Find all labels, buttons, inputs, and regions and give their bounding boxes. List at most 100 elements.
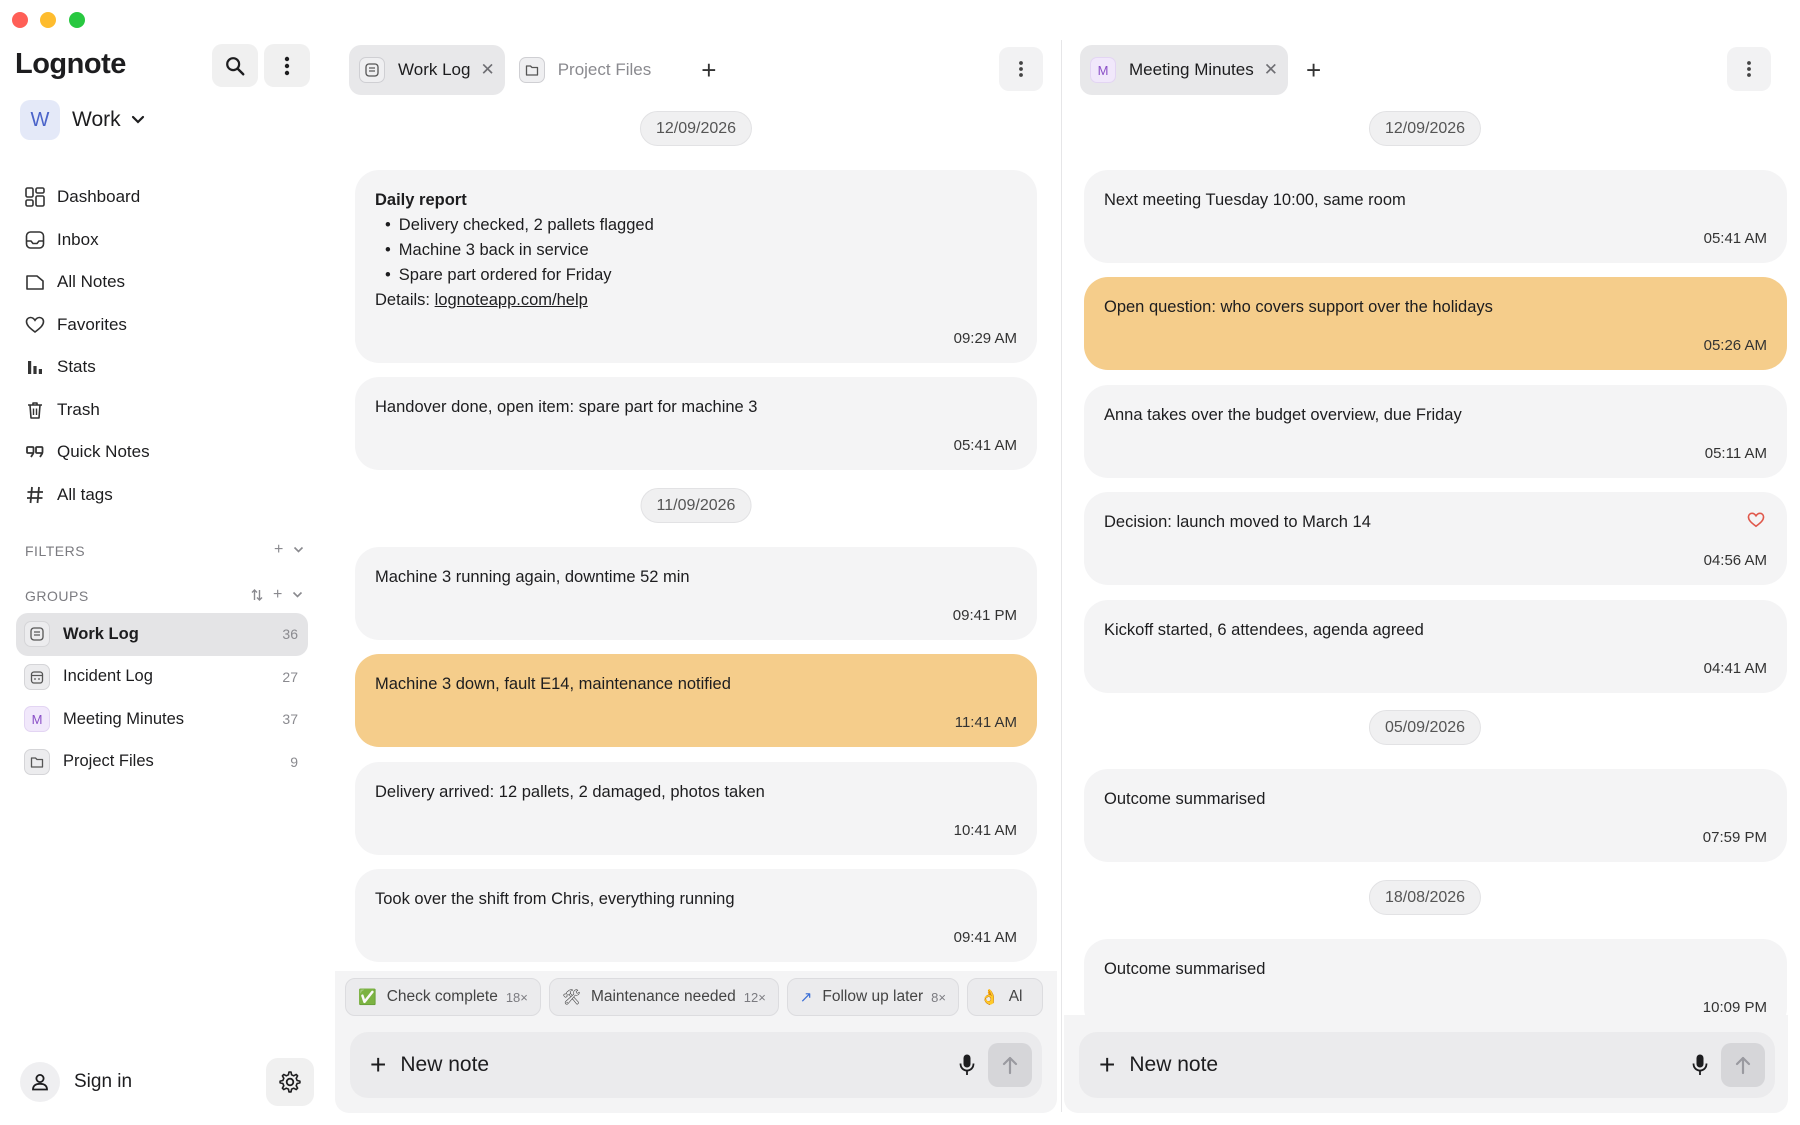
send-button[interactable] bbox=[1721, 1043, 1765, 1087]
nav-dashboard[interactable]: Dashboard bbox=[24, 176, 150, 219]
group-name: Meeting Minutes bbox=[63, 709, 185, 728]
nav-stats[interactable]: Stats bbox=[24, 346, 150, 389]
plus-icon[interactable]: + bbox=[1099, 1049, 1115, 1081]
add-filter-button[interactable]: + bbox=[274, 541, 283, 559]
note-bullets: Delivery checked, 2 pallets flagged Mach… bbox=[375, 213, 1017, 288]
group-item-project-files[interactable]: Project Files 9 bbox=[16, 741, 308, 784]
date-separator: 18/08/2026 bbox=[1368, 880, 1482, 915]
note-text: Decision: launch moved to March 14 bbox=[1104, 513, 1371, 531]
note-card[interactable]: Daily report Delivery checked, 2 pallets… bbox=[355, 170, 1037, 363]
gear-icon bbox=[279, 1071, 301, 1093]
group-avatar: M bbox=[24, 706, 50, 733]
new-note-composer[interactable]: + New note bbox=[350, 1032, 1042, 1098]
plus-icon[interactable]: + bbox=[370, 1049, 386, 1081]
note-card-highlighted[interactable]: Machine 3 down, fault E14, maintenance n… bbox=[355, 654, 1037, 747]
nav-trash[interactable]: Trash bbox=[24, 389, 150, 432]
sort-icon[interactable] bbox=[251, 588, 263, 602]
new-tab-button[interactable]: + bbox=[1306, 55, 1321, 86]
quote-icon bbox=[24, 441, 46, 463]
note-card[interactable]: Handover done, open item: spare part for… bbox=[355, 377, 1037, 470]
more-vertical-icon bbox=[284, 56, 290, 75]
details-prefix: Details: bbox=[375, 291, 435, 309]
note-time: 09:41 AM bbox=[953, 929, 1017, 946]
settings-button[interactable] bbox=[266, 1058, 314, 1106]
composer-placeholder[interactable]: New note bbox=[1129, 1053, 1691, 1077]
nav-inbox[interactable]: Inbox bbox=[24, 219, 150, 262]
hash-icon bbox=[24, 484, 46, 506]
sidebar-more-button[interactable] bbox=[264, 44, 310, 87]
tab-project-files[interactable]: Project Files bbox=[509, 45, 662, 95]
note-text: Took over the shift from Chris, everythi… bbox=[375, 890, 735, 908]
pane-more-button[interactable] bbox=[1727, 47, 1771, 91]
search-button[interactable] bbox=[212, 44, 258, 87]
nav-favorites[interactable]: Favorites bbox=[24, 304, 150, 347]
tab-meeting-minutes[interactable]: M Meeting Minutes ✕ bbox=[1080, 45, 1288, 95]
tab-label: Meeting Minutes bbox=[1129, 60, 1254, 79]
group-item-incident-log[interactable]: Incident Log 27 bbox=[16, 656, 308, 699]
note-card[interactable]: Machine 3 running again, downtime 52 min… bbox=[355, 547, 1037, 640]
close-tab-icon[interactable]: ✕ bbox=[1264, 60, 1278, 80]
chip-count: 18× bbox=[505, 989, 528, 1005]
chevron-down-icon bbox=[131, 115, 144, 124]
trash-icon bbox=[24, 399, 46, 421]
workspace-switcher[interactable]: W Work bbox=[20, 100, 145, 140]
close-tab-icon[interactable]: ✕ bbox=[480, 60, 494, 80]
chip-count: 8× bbox=[931, 989, 946, 1005]
quick-tag-chip[interactable]: ↗ Follow up later 8× bbox=[786, 978, 959, 1016]
quick-tag-chip[interactable]: 👌 Al bbox=[967, 978, 1044, 1016]
microphone-icon[interactable] bbox=[1691, 1053, 1709, 1077]
workspace-name: Work bbox=[72, 108, 121, 131]
note-card[interactable]: Decision: launch moved to March 14 04:56… bbox=[1084, 492, 1787, 585]
nav-all-notes[interactable]: All Notes bbox=[24, 261, 150, 304]
note-card-highlighted[interactable]: Open question: who covers support over t… bbox=[1084, 277, 1787, 370]
note-text: Outcome summarised bbox=[1104, 790, 1266, 808]
quick-tag-bar: ✅ Check complete 18× 🛠 Maintenance needed 12… bbox=[335, 971, 1057, 1023]
quick-tag-chip[interactable]: 🛠 Maintenance needed 12× bbox=[548, 978, 779, 1016]
pane-more-button[interactable] bbox=[999, 47, 1043, 91]
nav-all-tags[interactable]: All tags bbox=[24, 474, 150, 517]
chevron-down-icon[interactable] bbox=[293, 546, 304, 554]
filters-actions: + bbox=[274, 541, 304, 559]
right-tabbar: M Meeting Minutes ✕ + bbox=[1080, 45, 1321, 95]
group-name: Incident Log bbox=[63, 667, 153, 686]
note-card[interactable]: Kickoff started, 6 attendees, agenda agr… bbox=[1084, 600, 1787, 693]
note-card[interactable]: Outcome summarised 10:09 PM bbox=[1084, 939, 1787, 1015]
note-card[interactable]: Next meeting Tuesday 10:00, same room 05… bbox=[1084, 170, 1787, 263]
note-card[interactable]: Anna takes over the budget overview, due… bbox=[1084, 385, 1787, 478]
note-time: 07:59 PM bbox=[1702, 829, 1767, 846]
note-card[interactable]: Delivery arrived: 12 pallets, 2 damaged,… bbox=[355, 762, 1037, 855]
work-log-pane: Work Log ✕ Project Files + 12/09/2026 Da… bbox=[335, 0, 1057, 1125]
microphone-icon[interactable] bbox=[958, 1053, 976, 1077]
quick-tag-chip[interactable]: ✅ Check complete 18× bbox=[345, 978, 541, 1016]
folder-icon bbox=[518, 57, 545, 83]
group-item-meeting-minutes[interactable]: M Meeting Minutes 37 bbox=[16, 698, 308, 741]
nav-quick-notes[interactable]: Quick Notes bbox=[24, 431, 150, 474]
sign-in-button[interactable]: Sign in bbox=[20, 1062, 132, 1102]
user-icon bbox=[20, 1062, 60, 1102]
chip-count: 12× bbox=[743, 989, 766, 1005]
composer-placeholder[interactable]: New note bbox=[400, 1053, 958, 1077]
bullet-item: Spare part ordered for Friday bbox=[385, 263, 1017, 288]
chevron-down-icon[interactable] bbox=[292, 591, 303, 599]
note-title: Daily report bbox=[375, 191, 467, 209]
note-text: Next meeting Tuesday 10:00, same room bbox=[1104, 191, 1406, 209]
date-separator: 11/09/2026 bbox=[640, 488, 752, 523]
note-card[interactable]: Outcome summarised 07:59 PM bbox=[1084, 769, 1787, 862]
note-card[interactable]: Took over the shift from Chris, everythi… bbox=[355, 869, 1037, 962]
heart-icon[interactable] bbox=[1747, 512, 1765, 528]
calendar-icon bbox=[24, 663, 50, 690]
new-note-composer[interactable]: + New note bbox=[1079, 1032, 1775, 1098]
send-button[interactable] bbox=[988, 1043, 1032, 1087]
group-item-work-log[interactable]: Work Log 36 bbox=[16, 613, 308, 656]
tab-work-log[interactable]: Work Log ✕ bbox=[349, 45, 505, 95]
add-group-button[interactable]: + bbox=[273, 586, 282, 604]
nav-label: Stats bbox=[57, 357, 96, 377]
pane-divider[interactable] bbox=[1061, 40, 1062, 1112]
note-time: 05:41 AM bbox=[1703, 230, 1767, 247]
chip-label: Al bbox=[1008, 988, 1023, 1005]
chip-label: Follow up later bbox=[822, 988, 924, 1005]
stats-icon bbox=[24, 356, 46, 378]
details-link[interactable]: lognoteapp.com/help bbox=[435, 291, 588, 309]
new-tab-button[interactable]: + bbox=[701, 55, 716, 86]
app-title: Lognote bbox=[15, 48, 126, 80]
